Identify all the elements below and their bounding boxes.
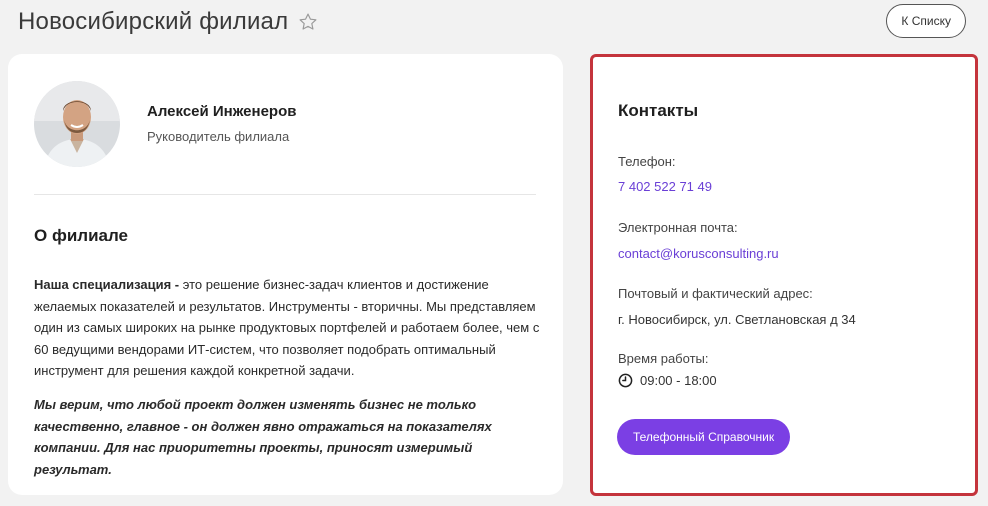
phone-directory-button[interactable]: Телефонный Справочник <box>617 419 791 455</box>
working-hours: 09:00 - 18:00 <box>618 373 717 388</box>
about-paragraph-2: Мы верим, что любой проект должен изменя… <box>34 396 492 477</box>
hours-value: 09:00 - 18:00 <box>640 373 717 388</box>
address-label: Почтовый и фактический адрес: <box>618 286 813 301</box>
manager-name: Алексей Инженеров <box>147 103 297 120</box>
manager-role: Руководитель филиала <box>147 129 290 144</box>
contacts-title: Контакты <box>618 101 699 120</box>
about-text: Наша специализация - это решение бизнес-… <box>34 274 544 480</box>
star-outline-icon[interactable] <box>298 12 318 32</box>
about-paragraph-1: Наша специализация - это решение бизнес-… <box>34 274 544 382</box>
contacts-card: Контакты Телефон: 7 402 522 71 49 Электр… <box>590 54 978 496</box>
divider <box>34 194 536 195</box>
back-to-list-button[interactable]: К Списку <box>886 4 966 38</box>
about-title: О филиале <box>34 226 129 245</box>
phone-label: Телефон: <box>618 154 676 169</box>
avatar <box>34 81 120 167</box>
branch-info-card: Алексей Инженеров Руководитель филиала О… <box>8 54 563 495</box>
address-value: г. Новосибирск, ул. Светлановская д 34 <box>618 312 856 327</box>
clock-icon <box>618 373 633 388</box>
about-p1-text: это решение бизнес-задач клиентов и дост… <box>34 277 540 379</box>
email-link[interactable]: contact@korusconsulting.ru <box>618 246 779 261</box>
hours-label: Время работы: <box>618 351 709 366</box>
about-p1-bold: Наша специализация - <box>34 277 180 292</box>
page-title: Новосибирский филиал <box>18 8 289 35</box>
title-row: Новосибирский филиал <box>18 6 318 38</box>
phone-link[interactable]: 7 402 522 71 49 <box>618 179 712 194</box>
email-label: Электронная почта: <box>618 220 738 235</box>
